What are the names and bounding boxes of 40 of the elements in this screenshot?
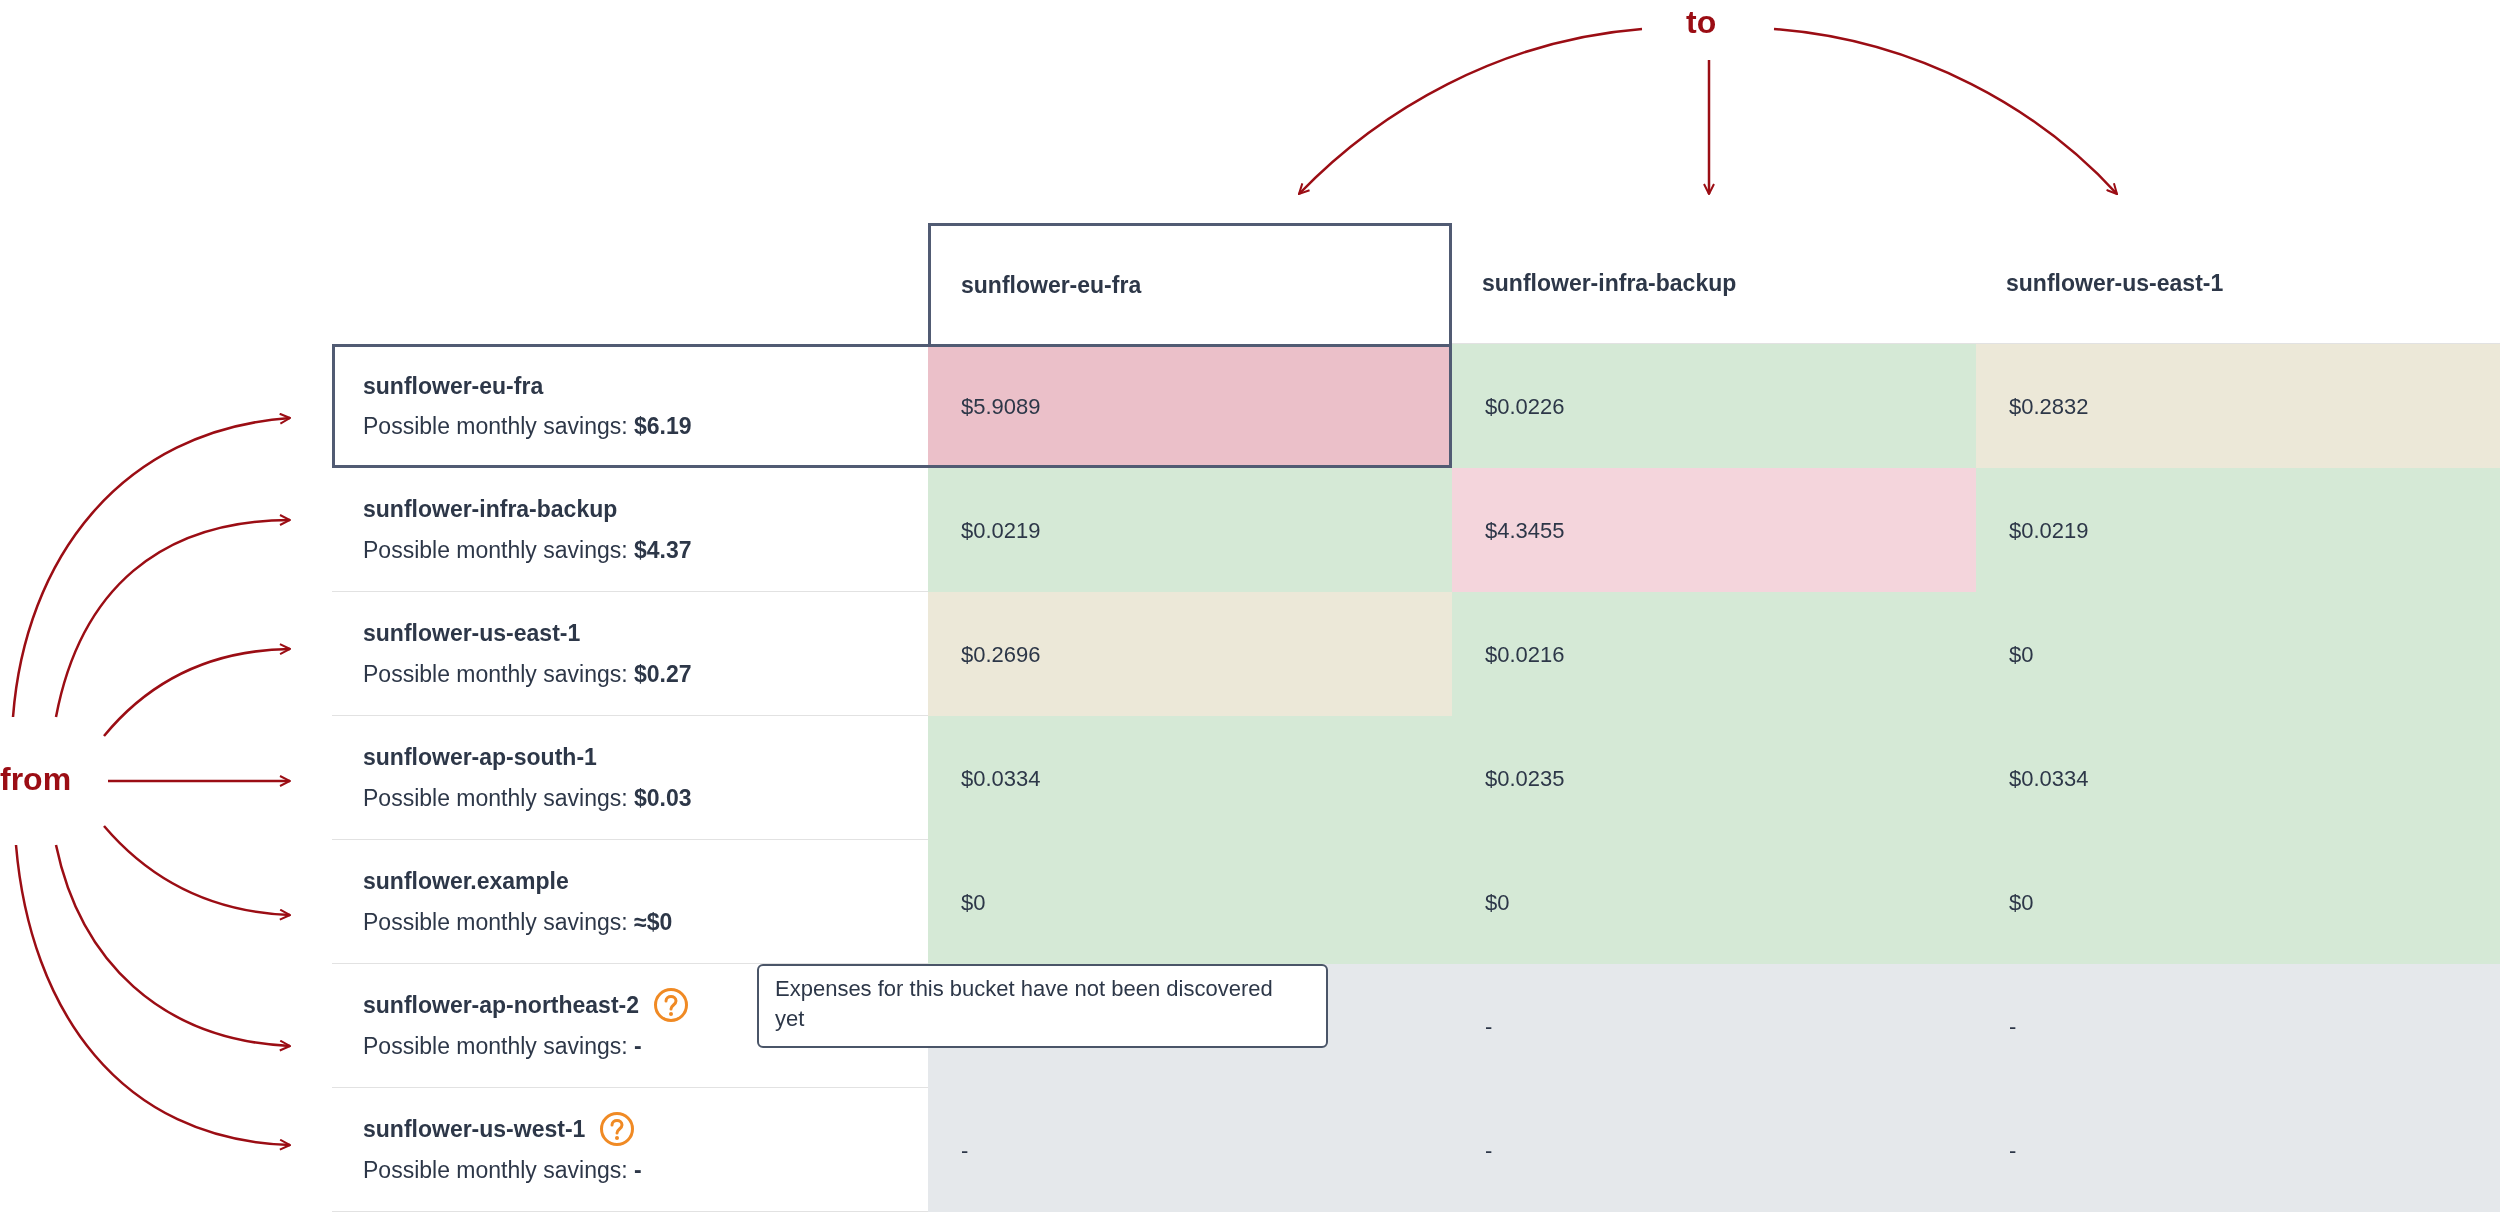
cost-cell: $0.0334 [1976, 716, 2500, 840]
bucket-name: sunflower-eu-fra [363, 371, 544, 401]
annotation-label: from [0, 763, 72, 795]
cost-cell: $0.2832 [1976, 344, 2500, 468]
tooltip: Expenses for this bucket have not been discovered yet [757, 964, 1328, 1048]
help-icon[interactable] [599, 1111, 636, 1148]
cost-cell: $4.3455 [1452, 468, 1976, 592]
cost-cell: $0.0219 [928, 468, 1452, 592]
cost-cell: $0.0226 [1452, 344, 1976, 468]
cost-cell: $0 [1976, 592, 2500, 716]
row-header[interactable]: sunflower-eu-fra Possible monthly savings: $6.19 [332, 344, 928, 468]
bucket-name: sunflower-infra-backup [363, 495, 618, 524]
cost-cell: $0.0216 [1452, 592, 1976, 716]
savings-text: Possible monthly savings: - [363, 1156, 643, 1186]
cost-cell: - [928, 1088, 1452, 1212]
cost-cell: - [1976, 1088, 2500, 1212]
cost-cell: $0.0219 [1976, 468, 2500, 592]
bucket-name: sunflower-ap-northeast-2 [363, 991, 640, 1020]
cost-cell: $0 [1976, 840, 2500, 964]
bucket-name: sunflower-ap-south-1 [363, 743, 597, 772]
cost-cell: $5.9089 [928, 344, 1452, 468]
cost-cell: $0 [928, 840, 1452, 964]
bucket-name: sunflower.example [363, 867, 569, 896]
cost-cell: $0 [1452, 840, 1976, 964]
savings-text: Possible monthly savings: - [363, 1032, 643, 1062]
cost-cell: - [1452, 964, 1976, 1088]
cost-cell: - [1976, 964, 2500, 1088]
bucket-name: sunflower-us-east-1 [363, 619, 581, 648]
annotation-label: to [1686, 6, 1717, 38]
cost-cell: $0.0235 [1452, 716, 1976, 840]
bucket-name: sunflower-us-west-1 [363, 1115, 586, 1144]
savings-text: Possible monthly savings: $0.27 [363, 659, 693, 689]
help-icon[interactable] [653, 987, 690, 1024]
cost-cell: - [1452, 1088, 1976, 1212]
savings-text: Possible monthly savings: $6.19 [363, 412, 693, 441]
cost-cell: $0.0334 [928, 716, 1452, 840]
savings-text: Possible monthly savings: $4.37 [363, 535, 693, 565]
savings-text: Possible monthly savings: ≈$0 [363, 907, 674, 937]
savings-text: Possible monthly savings: $0.03 [363, 783, 693, 813]
cost-cell: $0.2696 [928, 592, 1452, 716]
